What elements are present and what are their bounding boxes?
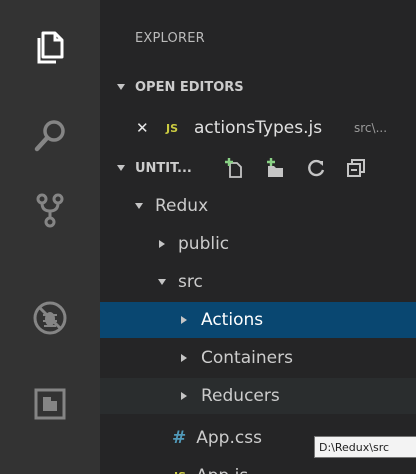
workspace-header[interactable]: UNTIT... (100, 150, 416, 186)
js-file-icon: JS (174, 470, 186, 474)
tree-item-label: Redux (155, 196, 209, 216)
source-control-icon (36, 193, 64, 228)
close-icon[interactable]: ✕ (136, 119, 149, 137)
extensions-icon (34, 388, 66, 420)
chevron-right-icon (181, 354, 187, 362)
path-tooltip: D:\Redux\src (314, 436, 416, 458)
refresh-button[interactable] (305, 156, 329, 180)
refresh-icon (308, 159, 325, 177)
explorer-sidebar: EXPLORER OPEN EDITORS ✕ JS actionsTypes.… (100, 0, 416, 474)
search-activity-button[interactable] (0, 96, 100, 176)
chevron-right-icon (181, 316, 187, 324)
tree-item-label: Actions (201, 310, 264, 330)
js-file-icon: JS (166, 121, 179, 135)
tree-item-label: App.css (196, 428, 262, 448)
open-editors-header-label: OPEN EDITORS (135, 79, 244, 95)
collapse-all-icon (347, 159, 365, 177)
open-editor-filename: actionsTypes.js (194, 118, 323, 138)
tree-item-label: Containers (201, 348, 293, 368)
tree-item-app-js[interactable]: JS App.js (100, 458, 416, 474)
chevron-right-icon (181, 392, 187, 400)
new-file-icon (225, 158, 242, 178)
chevron-down-icon (117, 84, 125, 90)
chevron-down-icon (135, 203, 143, 209)
tree-item-label: Reducers (201, 386, 280, 406)
files-icon (37, 31, 64, 64)
tree-item-public[interactable]: public (100, 226, 416, 262)
chevron-right-icon (159, 240, 165, 248)
chevron-down-icon (158, 279, 166, 285)
tree-item-actions[interactable]: Actions (100, 302, 416, 338)
tree-item-label: public (178, 234, 230, 254)
debug-icon (33, 301, 67, 335)
explorer-title: EXPLORER (135, 31, 205, 46)
activity-bar (0, 0, 100, 474)
tree-item-redux[interactable]: Redux (100, 188, 416, 224)
collapse-all-button[interactable] (344, 156, 368, 180)
search-icon (34, 120, 65, 152)
explorer-activity-button[interactable] (0, 8, 100, 88)
open-editor-path: src\... (354, 121, 388, 135)
new-file-button[interactable] (222, 156, 246, 180)
extensions-activity-button[interactable] (0, 364, 100, 444)
new-folder-icon (267, 158, 283, 177)
tree-item-label: App.js (196, 466, 248, 474)
workspace-header-label: UNTIT... (135, 160, 192, 176)
css-file-icon: # (172, 428, 187, 448)
tree-item-containers[interactable]: Containers (100, 340, 416, 376)
tree-item-reducers[interactable]: Reducers (100, 378, 416, 414)
tree-item-src[interactable]: src (100, 264, 416, 300)
vscode-window: EXPLORER OPEN EDITORS ✕ JS actionsTypes.… (0, 0, 416, 474)
open-editor-item[interactable]: ✕ JS actionsTypes.js src\... (100, 110, 416, 146)
chevron-down-icon (117, 165, 125, 171)
source-control-activity-button[interactable] (0, 170, 100, 250)
tree-item-label: src (178, 272, 203, 292)
debug-activity-button[interactable] (0, 278, 100, 358)
new-folder-button[interactable] (263, 156, 287, 180)
open-editors-header[interactable]: OPEN EDITORS (100, 73, 416, 101)
